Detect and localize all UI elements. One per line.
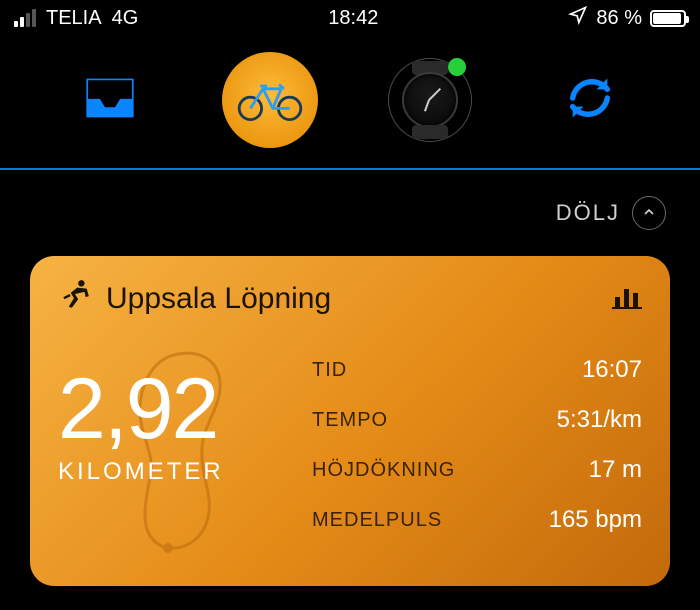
stat-label: TEMPO (312, 409, 388, 432)
top-toolbar (0, 36, 700, 164)
status-bar: TELIA 4G 18:42 86 % (0, 0, 700, 36)
bar-chart-icon (612, 285, 642, 309)
distance-unit: KILOMETER (58, 458, 224, 486)
runner-icon (58, 278, 92, 320)
status-left: TELIA 4G (14, 7, 138, 30)
stat-row: TEMPO 5:31/km (312, 406, 642, 434)
clock: 18:42 (328, 7, 378, 30)
bike-icon (222, 52, 318, 148)
stat-value: 5:31/km (557, 406, 642, 434)
primary-metric: 2,92 KILOMETER (58, 366, 224, 486)
location-arrow-icon (568, 5, 588, 31)
stats-button[interactable] (612, 285, 642, 314)
watch-icon (382, 52, 478, 148)
battery-percent: 86 % (596, 7, 642, 30)
network-label: 4G (112, 7, 139, 30)
stat-value: 16:07 (582, 356, 642, 384)
stat-row: TID 16:07 (312, 356, 642, 384)
status-dot-icon (448, 58, 466, 76)
stat-value: 165 bpm (549, 506, 642, 534)
stat-label: HÖJDÖKNING (312, 459, 455, 482)
collapse-button[interactable] (632, 196, 666, 230)
stat-row: MEDELPULS 165 bpm (312, 506, 642, 534)
toolbar-divider (0, 168, 700, 170)
stat-label: TID (312, 359, 347, 382)
hide-row: DÖLJ (0, 170, 700, 250)
card-header: Uppsala Löpning (58, 278, 642, 320)
activity-type-button[interactable] (222, 52, 318, 148)
sync-icon (564, 72, 616, 129)
activity-title: Uppsala Löpning (106, 282, 331, 316)
chevron-up-icon (641, 200, 657, 226)
distance-value: 2,92 (58, 366, 224, 452)
stat-row: HÖJDÖKNING 17 m (312, 456, 642, 484)
battery-icon (650, 10, 686, 27)
carrier-label: TELIA (46, 7, 102, 30)
activity-card[interactable]: Uppsala Löpning 2,92 KILOMETER TID 16:07… (30, 256, 670, 586)
stats-list: TID 16:07 TEMPO 5:31/km HÖJDÖKNING 17 m … (312, 356, 642, 534)
stat-value: 17 m (589, 456, 642, 484)
status-right: 86 % (568, 5, 686, 31)
sync-button[interactable] (542, 52, 638, 148)
device-button[interactable] (382, 52, 478, 148)
inbox-icon (83, 75, 137, 126)
inbox-button[interactable] (62, 52, 158, 148)
signal-strength-icon (14, 9, 36, 27)
hide-label[interactable]: DÖLJ (556, 200, 620, 226)
stat-label: MEDELPULS (312, 509, 442, 532)
